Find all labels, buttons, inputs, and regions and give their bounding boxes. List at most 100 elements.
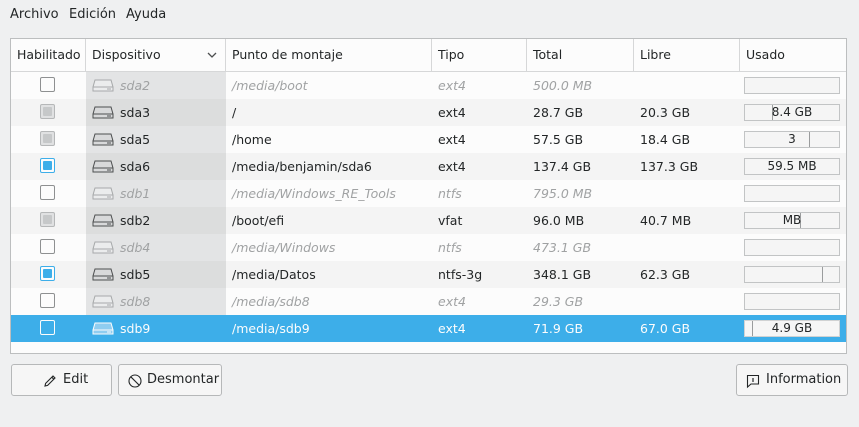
enabled-cell — [11, 99, 86, 126]
usage-bar — [744, 266, 840, 283]
hard-drive-icon — [92, 322, 114, 335]
mount-point-cell: /boot/efi — [232, 213, 285, 228]
type-cell: ext4 — [438, 294, 466, 309]
total-cell: 500.0 MB — [533, 78, 593, 93]
used-cell — [740, 180, 846, 207]
table-row[interactable]: sdb9/media/sdb9 ext4 71.9 GB 67.0 GB 4.9 GB — [11, 315, 846, 342]
usage-bar: 4.9 GB — [744, 320, 840, 337]
device-cell: sda6 — [86, 153, 226, 180]
header-total[interactable]: Total — [527, 39, 634, 71]
total-cell: 137.4 GB — [533, 159, 592, 174]
device-name: sda2 — [120, 78, 151, 93]
enabled-checkbox[interactable] — [40, 185, 55, 200]
header-libre[interactable]: Libre — [634, 39, 740, 71]
hard-drive-icon — [92, 106, 114, 119]
free-cell: 18.4 GB — [640, 132, 691, 147]
total-cell: 96.0 MB — [533, 213, 585, 228]
information-button-label: Information — [766, 372, 842, 387]
header-tipo[interactable]: Tipo — [432, 39, 527, 71]
enabled-checkbox[interactable] — [40, 158, 55, 173]
enabled-cell — [11, 261, 86, 288]
enabled-checkbox[interactable] — [40, 77, 55, 92]
type-cell: ext4 — [438, 321, 466, 336]
used-cell — [740, 72, 846, 99]
edit-button-label: Edit — [63, 372, 89, 387]
menu-edicion[interactable]: Edición — [69, 7, 116, 22]
hard-drive-icon — [92, 133, 114, 146]
mount-point-cell: /media/benjamin/sda6 — [232, 159, 372, 174]
device-cell: sdb5 — [86, 261, 226, 288]
table-row[interactable]: sda2/media/boot ext4 500.0 MB — [11, 72, 846, 99]
mount-point-cell: /media/Windows_RE_Tools — [232, 186, 396, 201]
table-row[interactable]: sdb4/media/Windows ntfs 473.1 GB — [11, 234, 846, 261]
table-row[interactable]: sdb1/media/Windows_RE_Tools ntfs 795.0 MB — [11, 180, 846, 207]
usage-bar: 3 — [744, 131, 840, 148]
header-usado[interactable]: Usado — [740, 39, 846, 71]
free-cell: 20.3 GB — [640, 105, 691, 120]
hard-drive-icon — [92, 295, 114, 308]
enabled-checkbox[interactable] — [40, 104, 55, 119]
used-cell: 8.4 GB — [740, 99, 846, 126]
usage-bar — [744, 77, 840, 94]
total-cell: 29.3 GB — [533, 294, 584, 309]
menu-archivo[interactable]: Archivo — [10, 7, 59, 22]
table-row[interactable]: sda3 / ext4 28.7 GB 20.3 GB 8.4 GB — [11, 99, 846, 126]
no-entry-icon — [128, 374, 142, 388]
enabled-cell — [11, 72, 86, 99]
edit-button[interactable]: Edit — [11, 364, 112, 396]
usage-bar: MB — [744, 212, 840, 229]
device-cell: sdb4 — [86, 234, 226, 261]
enabled-checkbox[interactable] — [40, 212, 55, 227]
enabled-checkbox[interactable] — [40, 131, 55, 146]
enabled-checkbox[interactable] — [40, 320, 55, 335]
device-cell: sdb1 — [86, 180, 226, 207]
information-button[interactable]: Information — [736, 364, 848, 396]
usage-bar — [744, 239, 840, 256]
enabled-cell — [11, 288, 86, 315]
header-dispositivo[interactable]: Dispositivo — [86, 39, 226, 71]
device-cell: sda2 — [86, 72, 226, 99]
free-cell — [634, 180, 740, 207]
enabled-checkbox[interactable] — [40, 266, 55, 281]
total-cell: 71.9 GB — [533, 321, 584, 336]
enabled-cell — [11, 315, 86, 342]
device-cell: sdb8 — [86, 288, 226, 315]
table-row[interactable]: sdb8/media/sdb8 ext4 29.3 GB — [11, 288, 846, 315]
type-cell: vfat — [438, 213, 463, 228]
enabled-cell — [11, 126, 86, 153]
free-cell: 67.0 GB — [640, 321, 691, 336]
hard-drive-icon — [92, 268, 114, 281]
enabled-checkbox[interactable] — [40, 239, 55, 254]
hard-drive-icon — [92, 160, 114, 173]
usage-bar: 8.4 GB — [744, 104, 840, 121]
type-cell: ntfs-3g — [438, 267, 483, 282]
used-cell: 3 — [740, 126, 846, 153]
type-cell: ntfs — [438, 186, 462, 201]
table-row[interactable]: sdb2/boot/efi vfat 96.0 MB 40.7 MB MB — [11, 207, 846, 234]
table-row[interactable]: sda5/home ext4 57.5 GB 18.4 GB 3 — [11, 126, 846, 153]
menu-ayuda[interactable]: Ayuda — [126, 7, 166, 22]
total-cell: 57.5 GB — [533, 132, 584, 147]
enabled-checkbox[interactable] — [40, 293, 55, 308]
table-row[interactable]: sda6/media/benjamin/sda6 ext4 137.4 GB 137.… — [11, 153, 846, 180]
device-cell: sdb2 — [86, 207, 226, 234]
free-cell — [634, 72, 740, 99]
unmount-button-label: Desmontar — [147, 372, 220, 387]
free-cell — [634, 288, 740, 315]
unmount-button[interactable]: Desmontar — [118, 364, 222, 396]
header-habilitado[interactable]: Habilitado — [11, 39, 86, 71]
usage-bar-label: 8.4 GB — [771, 105, 813, 119]
device-cell: sda5 — [86, 126, 226, 153]
used-cell — [740, 288, 846, 315]
device-name: sdb5 — [120, 267, 151, 282]
usage-bar — [744, 185, 840, 202]
table-row[interactable]: sdb5/media/Datos ntfs-3g 348.1 GB 62.3 GB — [11, 261, 846, 288]
chevron-down-icon — [207, 52, 217, 58]
mount-point-cell: /media/sdb8 — [232, 294, 310, 309]
header-punto-montaje[interactable]: Punto de montaje — [226, 39, 432, 71]
menu-bar: Archivo Edición Ayuda — [0, 0, 859, 30]
total-cell: 28.7 GB — [533, 105, 584, 120]
device-name: sda3 — [120, 105, 151, 120]
type-cell: ext4 — [438, 159, 466, 174]
total-cell: 348.1 GB — [533, 267, 592, 282]
